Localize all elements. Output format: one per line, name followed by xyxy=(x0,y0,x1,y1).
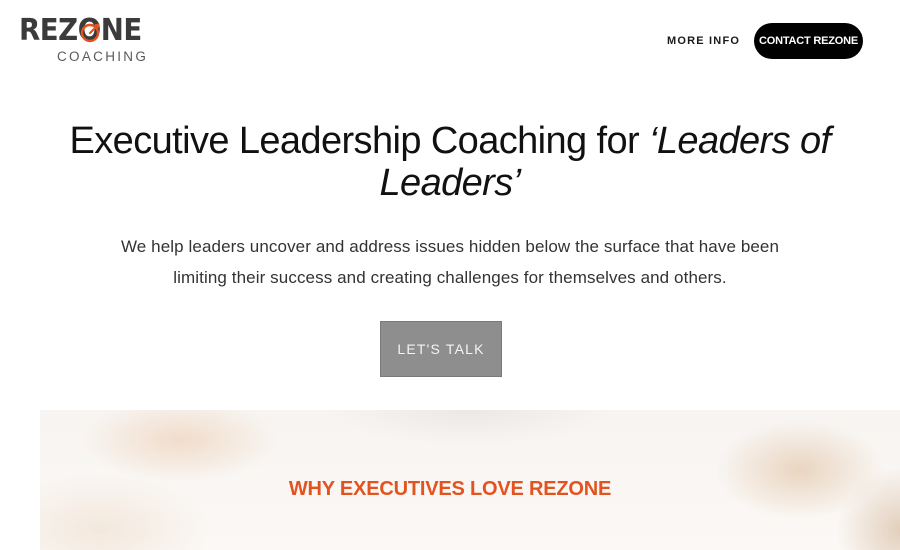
hero-title: Executive Leadership Coaching for ‘Leade… xyxy=(60,120,840,204)
lets-talk-button[interactable]: LET'S TALK xyxy=(380,321,502,377)
logo-subtitle: COACHING xyxy=(57,49,149,64)
hero-subtitle: We help leaders uncover and address issu… xyxy=(120,237,780,287)
why-section-title: WHY EXECUTIVES LOVE REZONE xyxy=(288,478,612,500)
site-header: REZONE COACHING MORE INFO CONTACT REZONE xyxy=(0,0,900,80)
hero-title-main: Executive Leadership Coaching for xyxy=(69,120,650,162)
rezone-logo[interactable]: REZONE COACHING xyxy=(19,14,146,66)
page: REZONE COACHING MORE INFO CONTACT REZONE… xyxy=(0,0,900,550)
target-icon xyxy=(80,23,100,43)
nav-more-info[interactable]: MORE INFO xyxy=(667,35,740,47)
contact-rezone-button[interactable]: CONTACT REZONE xyxy=(754,23,863,59)
